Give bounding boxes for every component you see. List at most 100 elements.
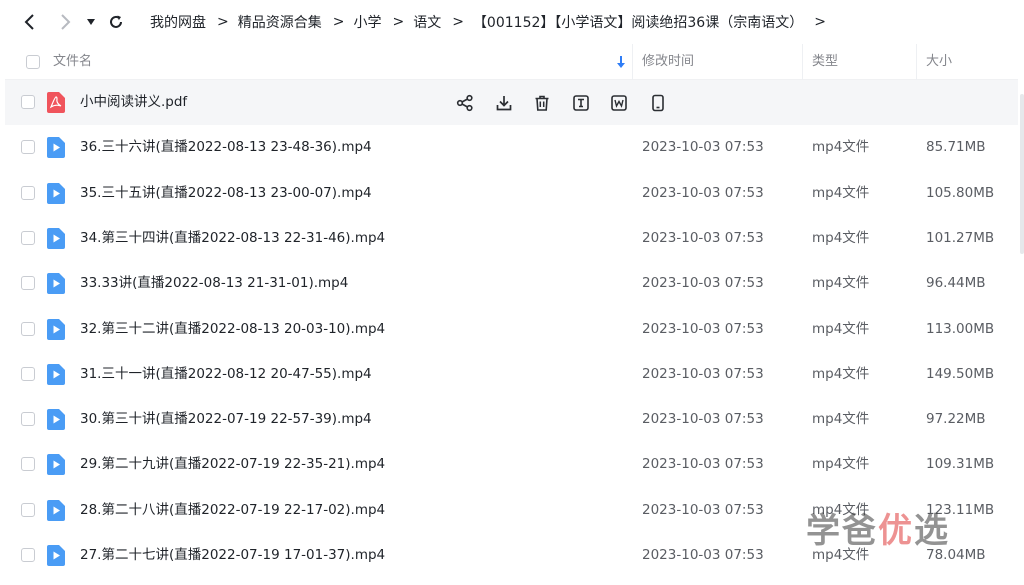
file-type: mp4文件 — [812, 184, 870, 201]
back-button[interactable] — [17, 9, 43, 35]
column-divider[interactable] — [632, 44, 633, 80]
file-name-link[interactable]: 33.33讲(直播2022-08-13 21-31-01).mp4 — [80, 261, 348, 306]
column-header-modified[interactable]: 修改时间 — [642, 44, 694, 80]
breadcrumb-more-icon[interactable]: > — [814, 14, 826, 30]
file-name-link[interactable]: 28.第二十八讲(直播2022-07-19 22-17-02).mp4 — [80, 488, 385, 533]
breadcrumb-item[interactable]: 小学 — [353, 12, 381, 32]
file-name-link[interactable]: 27.第二十七讲(直播2022-07-19 17-01-37).mp4 — [80, 533, 385, 578]
file-type: mp4文件 — [812, 411, 870, 428]
column-header-name[interactable]: 文件名 — [53, 44, 92, 80]
file-size: 105.80MB — [926, 184, 995, 201]
row-checkbox[interactable] — [21, 185, 35, 200]
file-name-link[interactable]: 32.第三十二讲(直播2022-08-13 20-03-10).mp4 — [80, 307, 385, 352]
file-name-link[interactable]: 30.第三十讲(直播2022-07-19 22-57-39).mp4 — [80, 397, 372, 442]
download-button[interactable] — [494, 93, 514, 113]
file-modified-time: 2023-10-03 07:53 — [642, 501, 764, 518]
file-size: 96.44MB — [926, 275, 986, 292]
breadcrumb-current[interactable]: 【001152】【小学语文】阅读绝招36课（宗南语文） — [473, 12, 803, 32]
breadcrumb-separator-icon: > — [332, 14, 345, 30]
sort-arrow-down-icon[interactable] — [616, 55, 626, 69]
row-checkbox[interactable] — [21, 502, 35, 517]
navigation-bar: 我的网盘 > 精品资源合集 > 小学 > 语文 > 【001152】【小学语文】… — [0, 0, 1024, 44]
file-modified-time: 2023-10-03 07:53 — [642, 275, 764, 292]
mobile-icon — [651, 94, 664, 111]
file-name-link[interactable]: 35.三十五讲(直播2022-08-13 23-00-07).mp4 — [80, 171, 372, 216]
file-name-link[interactable]: 36.三十六讲(直播2022-08-13 23-48-36).mp4 — [80, 125, 372, 170]
file-size: 85.71MB — [926, 139, 986, 156]
chevron-right-icon — [61, 14, 71, 30]
table-row[interactable]: 34.第三十四讲(直播2022-08-13 22-31-46).mp4 2023… — [5, 216, 1018, 261]
breadcrumb-item[interactable]: 精品资源合集 — [238, 12, 322, 32]
file-type: mp4文件 — [812, 320, 870, 337]
row-checkbox[interactable] — [21, 95, 35, 109]
send-to-mobile-button[interactable] — [648, 93, 668, 113]
file-size: 101.27MB — [926, 229, 995, 246]
download-icon — [496, 95, 511, 110]
column-header-type[interactable]: 类型 — [812, 44, 838, 80]
row-action-bar — [455, 92, 686, 113]
watermark-text: 学爸 — [806, 510, 878, 551]
rename-button[interactable] — [571, 93, 591, 113]
row-checkbox[interactable] — [21, 548, 35, 562]
video-file-icon — [47, 454, 65, 476]
caret-down-icon — [87, 19, 95, 25]
refresh-button[interactable] — [103, 9, 129, 35]
forward-button[interactable] — [52, 9, 78, 35]
table-row[interactable]: 30.第三十讲(直播2022-07-19 22-57-39).mp4 2023-… — [5, 397, 1018, 442]
watermark-logo: 学爸 优 选 — [806, 505, 950, 551]
file-name-link[interactable]: 29.第二十九讲(直播2022-07-19 22-35-21).mp4 — [80, 442, 385, 487]
file-type: mp4文件 — [812, 139, 870, 156]
delete-button[interactable] — [532, 93, 552, 113]
file-size: 109.31MB — [926, 456, 995, 473]
column-divider[interactable] — [916, 44, 917, 80]
file-type: mp4文件 — [812, 275, 870, 292]
breadcrumb-item[interactable]: 语文 — [413, 12, 441, 32]
table-row[interactable]: 33.33讲(直播2022-08-13 21-31-01).mp4 2023-1… — [5, 261, 1018, 306]
row-checkbox[interactable] — [21, 276, 35, 291]
chevron-left-icon — [24, 14, 34, 30]
share-button[interactable] — [455, 93, 475, 113]
row-checkbox[interactable] — [21, 366, 35, 381]
refresh-icon — [110, 15, 122, 28]
select-all-checkbox[interactable] — [26, 55, 40, 69]
table-row[interactable]: 29.第二十九讲(直播2022-07-19 22-35-21).mp4 2023… — [5, 442, 1018, 487]
table-row[interactable]: 32.第三十二讲(直播2022-08-13 20-03-10).mp4 2023… — [5, 307, 1018, 352]
row-checkbox[interactable] — [21, 230, 35, 245]
video-file-icon — [47, 499, 65, 521]
pdf-file-icon — [47, 92, 65, 113]
table-row[interactable]: 小中阅读讲义.pdf — [5, 80, 1018, 125]
breadcrumb-separator-icon: > — [452, 14, 464, 30]
vertical-scrollbar[interactable] — [1018, 44, 1024, 585]
file-modified-time: 2023-10-03 07:53 — [642, 456, 764, 473]
file-type: mp4文件 — [812, 229, 870, 246]
file-modified-time: 2023-10-03 07:53 — [642, 229, 764, 246]
row-checkbox[interactable] — [21, 140, 35, 155]
history-dropdown-button[interactable] — [80, 9, 102, 35]
row-checkbox[interactable] — [21, 457, 35, 472]
table-row[interactable]: 35.三十五讲(直播2022-08-13 23-00-07).mp4 2023-… — [5, 171, 1018, 216]
convert-to-word-button[interactable] — [609, 93, 629, 113]
column-divider[interactable] — [802, 44, 803, 80]
file-name-link[interactable]: 34.第三十四讲(直播2022-08-13 22-31-46).mp4 — [80, 216, 385, 261]
video-file-icon — [47, 182, 65, 204]
table-row[interactable]: 31.三十一讲(直播2022-08-12 20-47-55).mp4 2023-… — [5, 352, 1018, 397]
file-size: 97.22MB — [926, 411, 986, 428]
row-checkbox[interactable] — [21, 412, 35, 427]
share-icon — [456, 94, 473, 111]
breadcrumb: 我的网盘 > 精品资源合集 > 小学 > 语文 > 【001152】【小学语文】… — [150, 0, 835, 44]
file-name-link[interactable]: 31.三十一讲(直播2022-08-12 20-47-55).mp4 — [80, 352, 372, 397]
word-convert-icon — [611, 94, 627, 111]
scrollbar-thumb[interactable] — [1020, 94, 1024, 254]
video-file-icon — [47, 545, 65, 566]
watermark-text: 选 — [914, 510, 950, 551]
table-row[interactable]: 36.三十六讲(直播2022-08-13 23-48-36).mp4 2023-… — [5, 125, 1018, 170]
file-modified-time: 2023-10-03 07:53 — [642, 365, 764, 382]
file-name-link[interactable]: 小中阅读讲义.pdf — [80, 80, 187, 125]
file-modified-time: 2023-10-03 07:53 — [642, 547, 764, 563]
file-type: mp4文件 — [812, 456, 870, 473]
column-header-size[interactable]: 大小 — [926, 44, 952, 80]
video-file-icon — [47, 363, 65, 385]
row-checkbox[interactable] — [21, 321, 35, 336]
file-type: mp4文件 — [812, 365, 870, 382]
breadcrumb-item[interactable]: 我的网盘 — [150, 12, 206, 32]
